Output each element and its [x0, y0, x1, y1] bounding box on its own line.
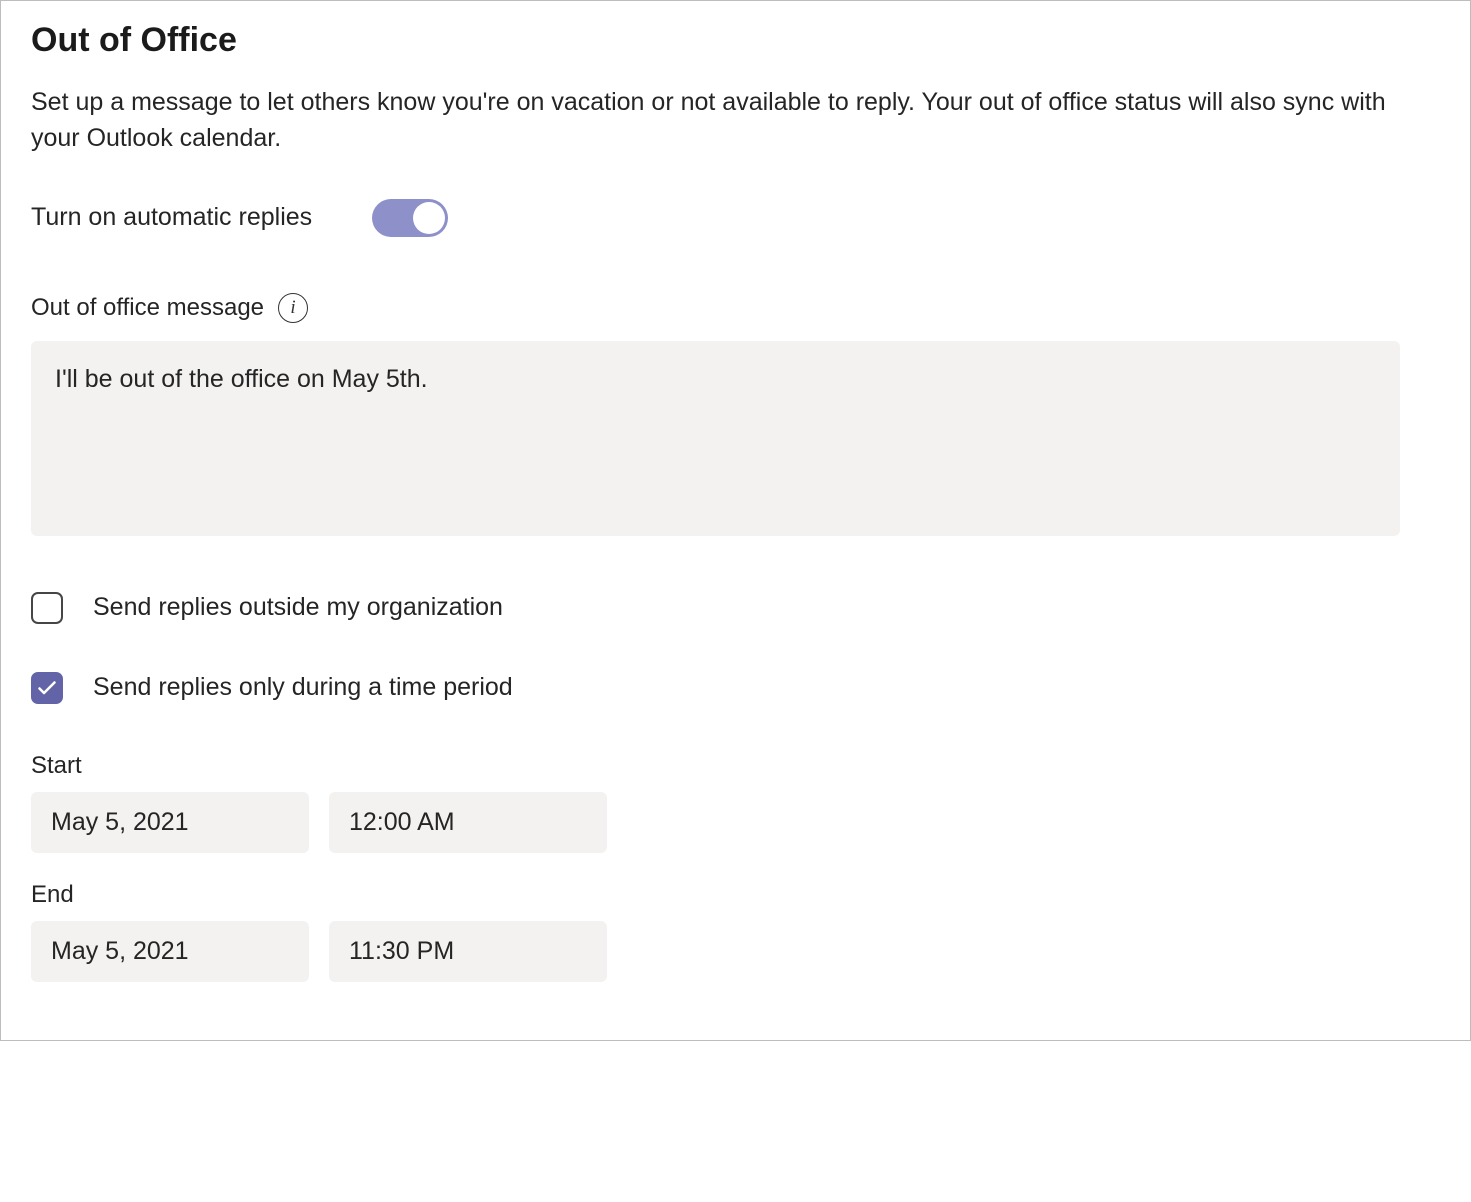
end-section: End May 5, 2021 11:30 PM	[31, 881, 1440, 982]
info-icon[interactable]: i	[278, 293, 308, 323]
start-section: Start May 5, 2021 12:00 AM	[31, 752, 1440, 853]
toggle-knob	[413, 202, 445, 234]
automatic-replies-toggle[interactable]	[372, 199, 448, 237]
automatic-replies-toggle-row: Turn on automatic replies	[31, 199, 1440, 237]
end-label: End	[31, 881, 1440, 909]
end-time-input[interactable]: 11:30 PM	[329, 921, 607, 982]
end-date-input[interactable]: May 5, 2021	[31, 921, 309, 982]
message-label-row: Out of office message i	[31, 293, 1440, 323]
start-label: Start	[31, 752, 1440, 780]
start-time-input[interactable]: 12:00 AM	[329, 792, 607, 853]
message-label: Out of office message	[31, 294, 264, 322]
send-outside-org-row: Send replies outside my organization	[31, 592, 1440, 624]
end-inputs: May 5, 2021 11:30 PM	[31, 921, 1440, 982]
send-outside-org-label: Send replies outside my organization	[93, 593, 503, 622]
description-text: Set up a message to let others know you'…	[31, 84, 1440, 157]
send-outside-org-checkbox[interactable]	[31, 592, 63, 624]
start-inputs: May 5, 2021 12:00 AM	[31, 792, 1440, 853]
time-period-row: Send replies only during a time period	[31, 672, 1440, 704]
time-period-label: Send replies only during a time period	[93, 673, 513, 702]
message-textarea[interactable]: I'll be out of the office on May 5th.	[31, 341, 1400, 536]
checkmark-icon	[38, 681, 56, 695]
automatic-replies-label: Turn on automatic replies	[31, 203, 312, 232]
start-date-input[interactable]: May 5, 2021	[31, 792, 309, 853]
page-title: Out of Office	[31, 21, 1440, 60]
time-period-checkbox[interactable]	[31, 672, 63, 704]
out-of-office-panel: Out of Office Set up a message to let ot…	[0, 0, 1471, 1041]
